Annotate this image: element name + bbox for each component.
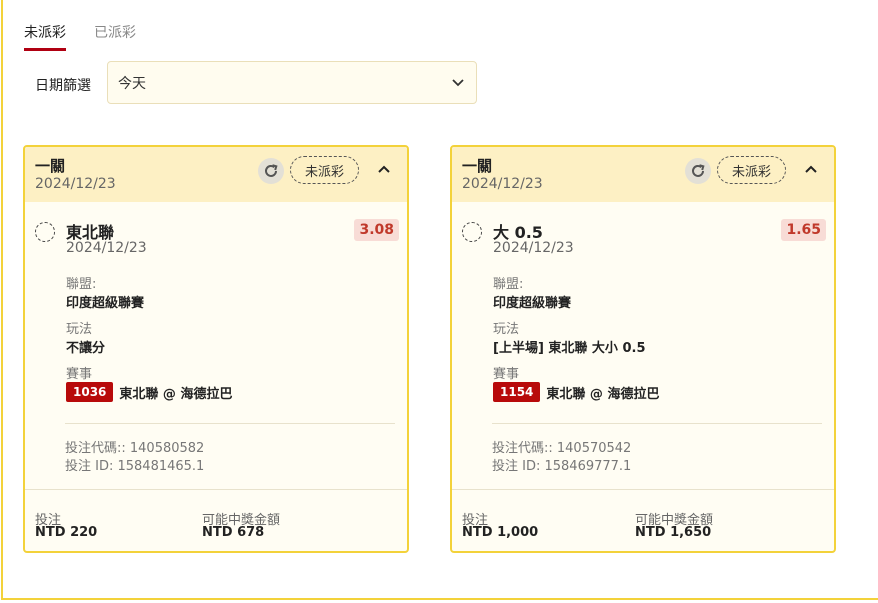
bet-date: 2024/12/23 (462, 176, 543, 192)
refresh-button[interactable] (258, 158, 284, 184)
event-name: 東北聯 @ 海德拉巴 (546, 386, 660, 402)
chevron-up-icon[interactable] (801, 160, 821, 180)
event-label: 賽事 (66, 367, 93, 382)
bet-type-title: 一關 (462, 157, 493, 175)
event-row: 1036 東北聯 @ 海德拉巴 (66, 382, 232, 402)
divider (25, 489, 407, 490)
play-label: 玩法 (66, 322, 93, 337)
event-label: 賽事 (493, 367, 520, 382)
event-id-badge: 1036 (66, 382, 114, 402)
stake-value: NTD 220 (35, 525, 98, 540)
event-row: 1154 東北聯 @ 海德拉巴 (493, 382, 659, 402)
bet-card-header: 一關 2024/12/23 未派彩 (452, 147, 834, 202)
bet-card-header: 一關 2024/12/23 未派彩 (25, 147, 407, 202)
play-value: [上半場] 東北聯 大小 0.5 (493, 341, 646, 356)
chevron-up-icon[interactable] (374, 160, 394, 180)
payout-value: NTD 678 (202, 525, 265, 540)
league-value: 印度超級聯賽 (493, 296, 572, 311)
tab-unsettled[interactable]: 未派彩 (24, 22, 66, 51)
selection-date: 2024/12/23 (66, 240, 147, 256)
league-value: 印度超級聯賽 (66, 296, 145, 311)
bet-code: 投注代碼:: 140580582 (65, 441, 205, 456)
tab-settled[interactable]: 已派彩 (94, 22, 136, 51)
selection-date: 2024/12/23 (493, 240, 574, 256)
league-label: 聯盟: (66, 277, 97, 292)
divider (452, 489, 834, 490)
status-badge: 未派彩 (290, 156, 360, 184)
select-radio[interactable] (35, 222, 55, 242)
bet-card: 一關 2024/12/23 未派彩 東北聯 2024/12/23 3.08 聯盟… (23, 145, 409, 553)
play-value: 不讓分 (66, 341, 106, 356)
divider (492, 423, 822, 424)
select-radio[interactable] (462, 222, 482, 242)
bet-type-title: 一關 (35, 157, 66, 175)
refresh-icon (265, 164, 278, 177)
league-label: 聯盟: (493, 277, 524, 292)
stake-value: NTD 1,000 (462, 525, 539, 540)
bet-date: 2024/12/23 (35, 176, 116, 192)
bet-code: 投注代碼:: 140570542 (492, 441, 632, 456)
bet-id: 投注 ID: 158481465.1 (65, 459, 205, 474)
date-filter-value: 今天 (118, 75, 146, 92)
payout-value: NTD 1,650 (635, 525, 712, 540)
date-filter-label: 日期篩選 (35, 78, 91, 94)
event-id-badge: 1154 (493, 382, 541, 402)
refresh-button[interactable] (685, 158, 711, 184)
date-filter-select[interactable]: 今天 (107, 61, 477, 104)
bet-id: 投注 ID: 158469777.1 (492, 459, 632, 474)
bet-card: 一關 2024/12/23 未派彩 大 0.5 2024/12/23 1.65 … (450, 145, 836, 553)
odds-badge: 3.08 (354, 219, 399, 241)
divider (65, 423, 395, 424)
odds-badge: 1.65 (781, 219, 826, 241)
status-badge: 未派彩 (717, 156, 787, 184)
event-name: 東北聯 @ 海德拉巴 (119, 386, 233, 402)
chevron-down-icon (452, 79, 464, 87)
tab-bar: 未派彩 已派彩 (24, 22, 136, 51)
refresh-icon (692, 164, 705, 177)
play-label: 玩法 (493, 322, 520, 337)
